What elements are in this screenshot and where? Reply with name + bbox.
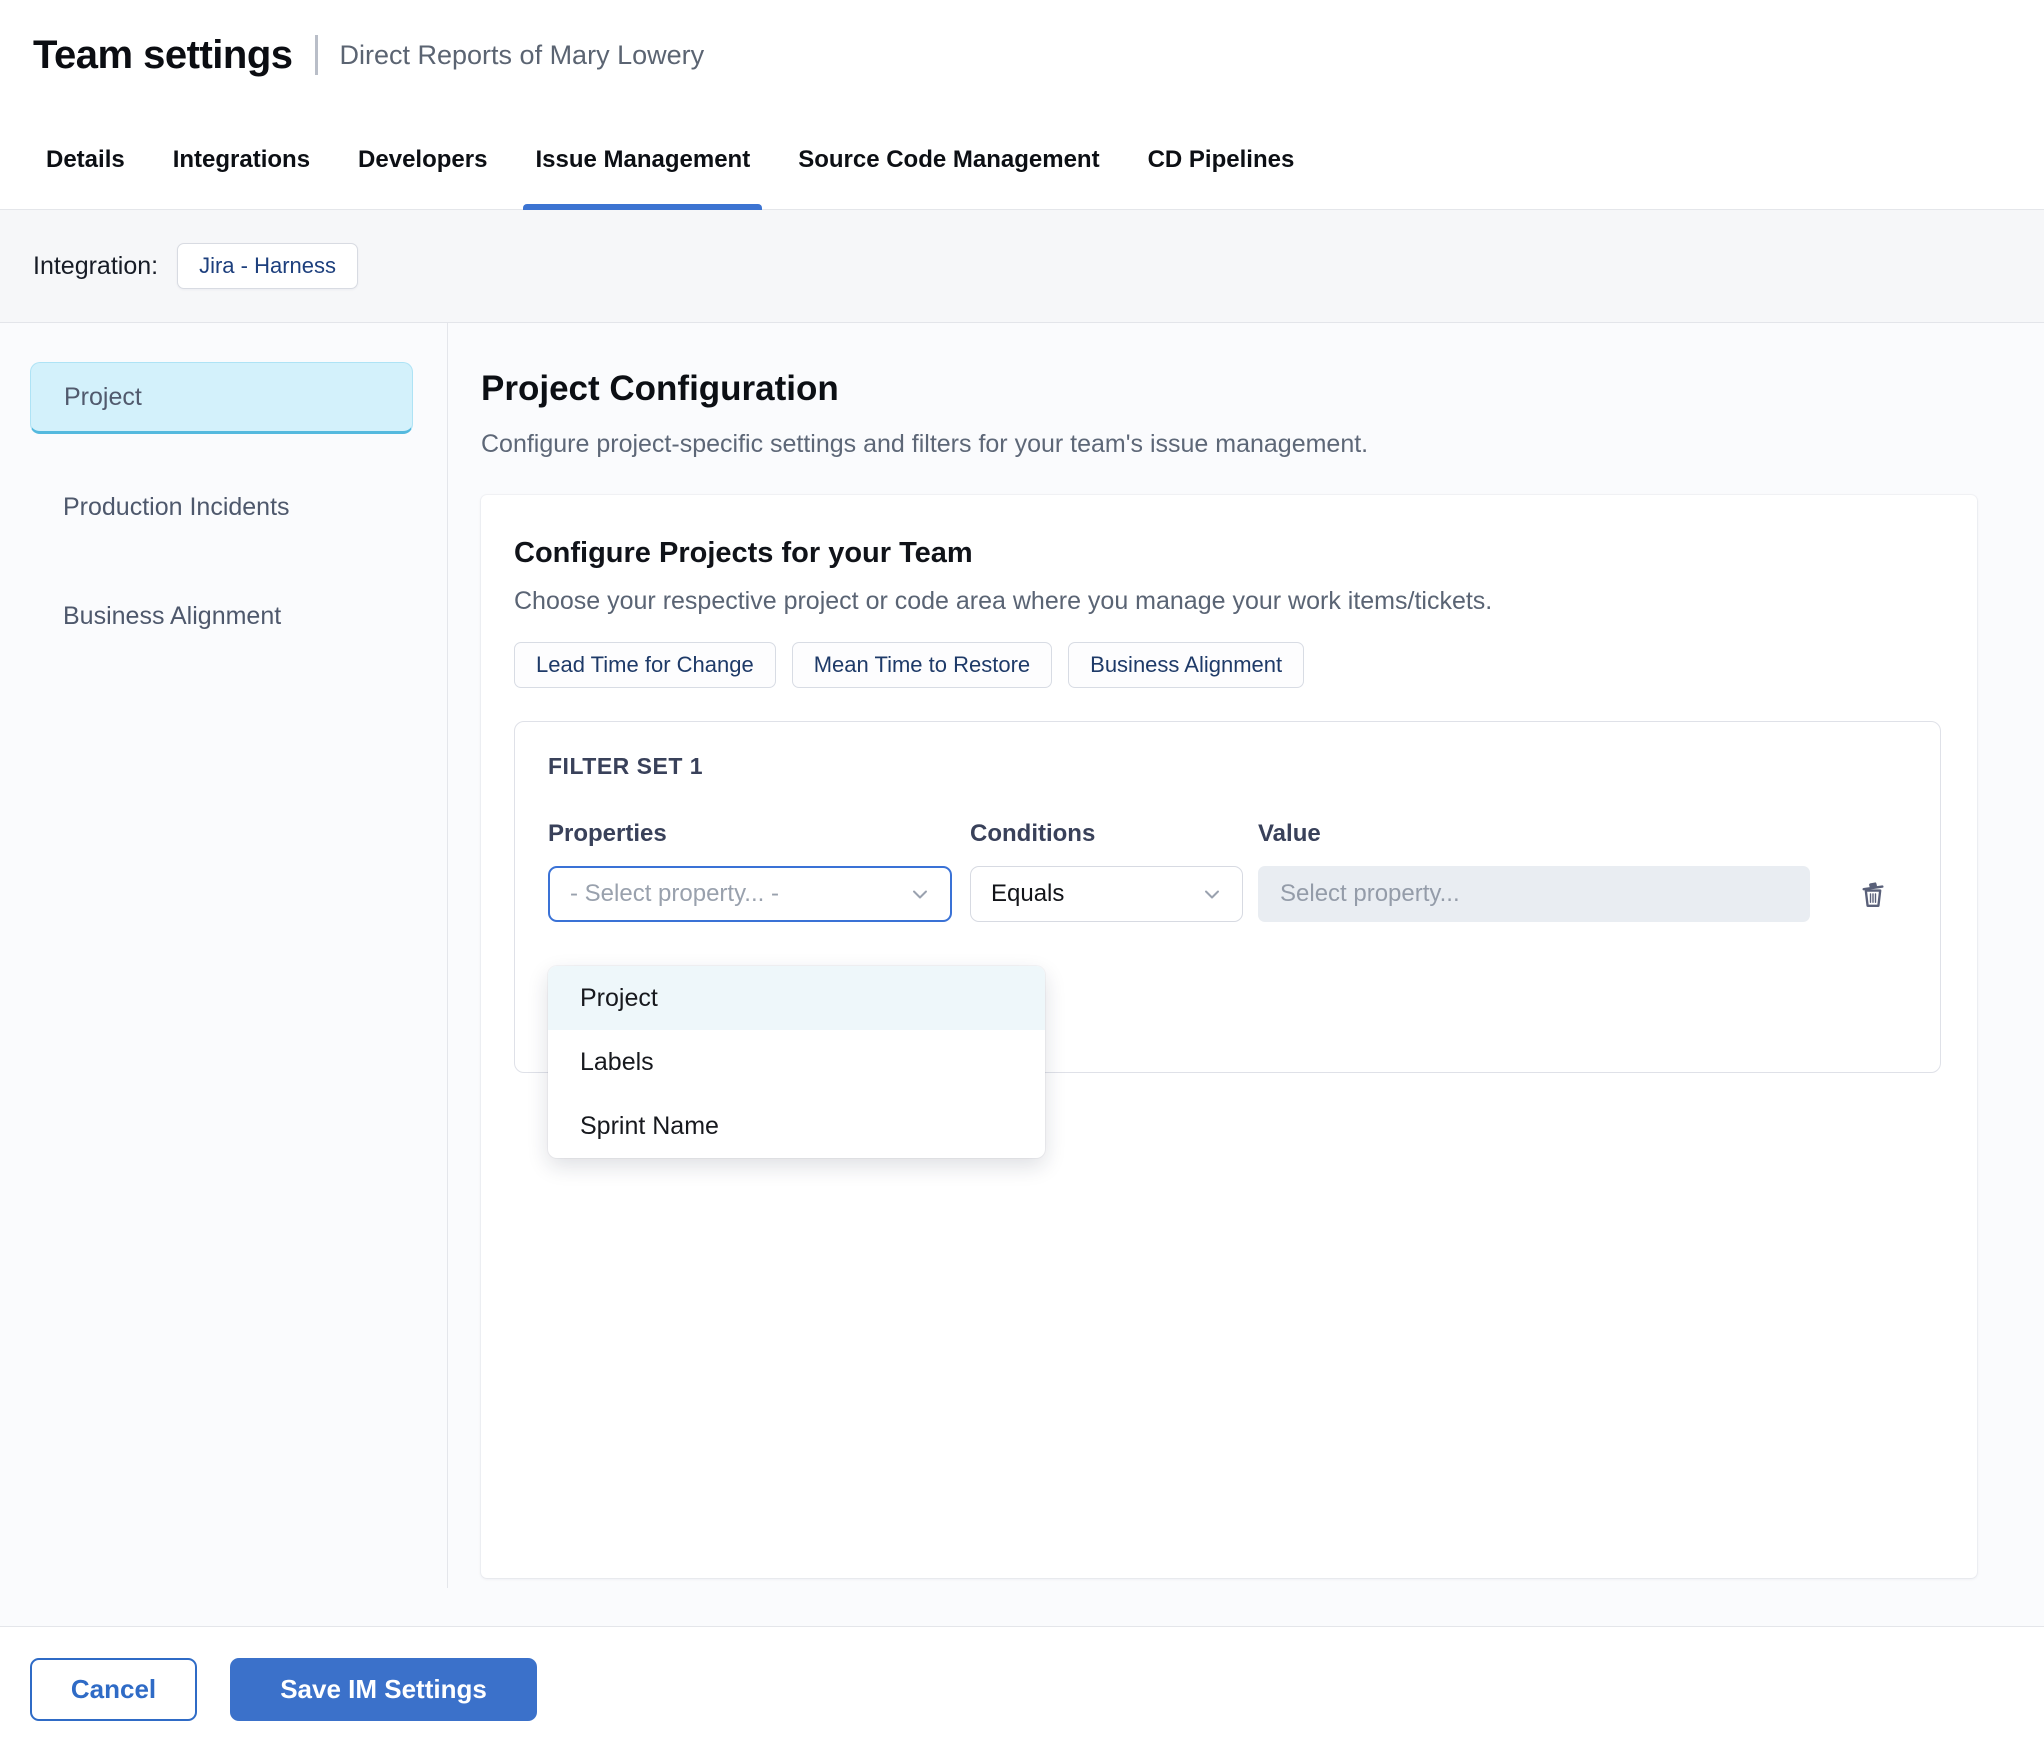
column-header-conditions: Conditions bbox=[970, 820, 1096, 847]
chevron-down-icon bbox=[1205, 890, 1219, 899]
dropdown-option-sprint-name[interactable]: Sprint Name bbox=[548, 1094, 1045, 1158]
dropdown-option-sprint-name-label: Sprint Name bbox=[580, 1111, 719, 1140]
dropdown-option-labels-label: Labels bbox=[580, 1047, 654, 1076]
property-select-placeholder: - Select property... - bbox=[570, 880, 779, 907]
footer-spacer bbox=[0, 1588, 2044, 1626]
card-subtitle: Choose your respective project or code a… bbox=[514, 587, 1493, 615]
section-description: Configure project-specific settings and … bbox=[481, 430, 1369, 458]
tab-developers-label: Developers bbox=[358, 145, 488, 173]
tab-issue-management-label: Issue Management bbox=[535, 145, 751, 173]
chip-business-alignment[interactable]: Business Alignment bbox=[1068, 642, 1305, 688]
condition-select[interactable]: Equals bbox=[970, 866, 1243, 922]
page-header: Team settings Direct Reports of Mary Low… bbox=[0, 0, 2044, 110]
settings-sidebar: Project Production Incidents Business Al… bbox=[0, 323, 448, 1588]
tab-cd-pipelines-label: CD Pipelines bbox=[1147, 145, 1295, 173]
tab-active-underline bbox=[523, 204, 763, 210]
sidebar-item-project[interactable]: Project bbox=[30, 362, 413, 434]
condition-select-value: Equals bbox=[991, 880, 1065, 907]
filter-controls-row: - Select property... - Equals bbox=[548, 866, 1907, 922]
chip-lead-time-for-change[interactable]: Lead Time for Change bbox=[514, 642, 776, 688]
team-settings-page: Team settings Direct Reports of Mary Low… bbox=[0, 0, 2044, 1752]
integration-chip[interactable]: Jira - Harness bbox=[177, 243, 359, 289]
tab-integrations[interactable]: Integrations bbox=[161, 110, 322, 209]
dropdown-option-labels[interactable]: Labels bbox=[548, 1030, 1045, 1094]
section-title: Project Configuration bbox=[481, 369, 839, 408]
tab-developers[interactable]: Developers bbox=[346, 110, 499, 209]
configure-projects-card: Configure Projects for your Team Choose … bbox=[481, 495, 1977, 1578]
chevron-down-icon bbox=[913, 890, 927, 899]
tab-details[interactable]: Details bbox=[34, 110, 137, 209]
sidebar-item-project-label: Project bbox=[64, 382, 142, 411]
main-panel: Project Configuration Configure project-… bbox=[448, 323, 2044, 1588]
tab-details-label: Details bbox=[46, 145, 125, 173]
delete-filter-button[interactable] bbox=[1856, 876, 1890, 912]
integration-band: Integration: Jira - Harness bbox=[0, 210, 2044, 323]
sidebar-item-business-alignment[interactable]: Business Alignment bbox=[30, 580, 413, 652]
property-dropdown: Project Labels Sprint Name bbox=[548, 966, 1045, 1158]
tab-cd-pipelines[interactable]: CD Pipelines bbox=[1136, 110, 1307, 209]
title-separator bbox=[314, 35, 318, 75]
metric-chip-row: Lead Time for Change Mean Time to Restor… bbox=[514, 642, 1944, 688]
save-im-settings-button[interactable]: Save IM Settings bbox=[230, 1658, 537, 1721]
footer-action-bar: Cancel Save IM Settings bbox=[0, 1626, 2044, 1752]
trash-icon bbox=[1862, 882, 1884, 907]
column-header-value: Value bbox=[1258, 820, 1321, 847]
card-title: Configure Projects for your Team bbox=[514, 537, 973, 569]
sidebar-item-business-alignment-label: Business Alignment bbox=[63, 601, 282, 630]
filter-set-title: FILTER SET 1 bbox=[548, 753, 704, 779]
tab-source-code-management-label: Source Code Management bbox=[798, 145, 1100, 173]
sidebar-item-production-incidents-label: Production Incidents bbox=[63, 492, 290, 521]
filter-column-headers: Properties Conditions Value bbox=[548, 820, 1907, 848]
property-select[interactable]: - Select property... - bbox=[548, 866, 952, 922]
integration-label: Integration: bbox=[33, 251, 159, 280]
tab-issue-management[interactable]: Issue Management bbox=[523, 110, 763, 210]
dropdown-option-project-label: Project bbox=[580, 983, 658, 1012]
tab-source-code-management[interactable]: Source Code Management bbox=[786, 110, 1111, 209]
value-input[interactable] bbox=[1258, 866, 1810, 922]
sidebar-item-production-incidents[interactable]: Production Incidents bbox=[30, 471, 413, 543]
page-subtitle: Direct Reports of Mary Lowery bbox=[339, 39, 705, 70]
content-area: Project Production Incidents Business Al… bbox=[0, 323, 2044, 1588]
filter-set-card: FILTER SET 1 Properties Conditions Value… bbox=[514, 721, 1941, 1158]
dropdown-option-project[interactable]: Project bbox=[548, 966, 1045, 1030]
page-title: Team settings bbox=[33, 32, 293, 77]
tab-integrations-label: Integrations bbox=[172, 145, 311, 173]
cancel-button[interactable]: Cancel bbox=[30, 1658, 197, 1721]
column-header-properties: Properties bbox=[548, 820, 667, 847]
chip-mean-time-to-restore[interactable]: Mean Time to Restore bbox=[791, 642, 1053, 688]
tab-bar: Details Integrations Developers Issue Ma… bbox=[0, 110, 2044, 210]
